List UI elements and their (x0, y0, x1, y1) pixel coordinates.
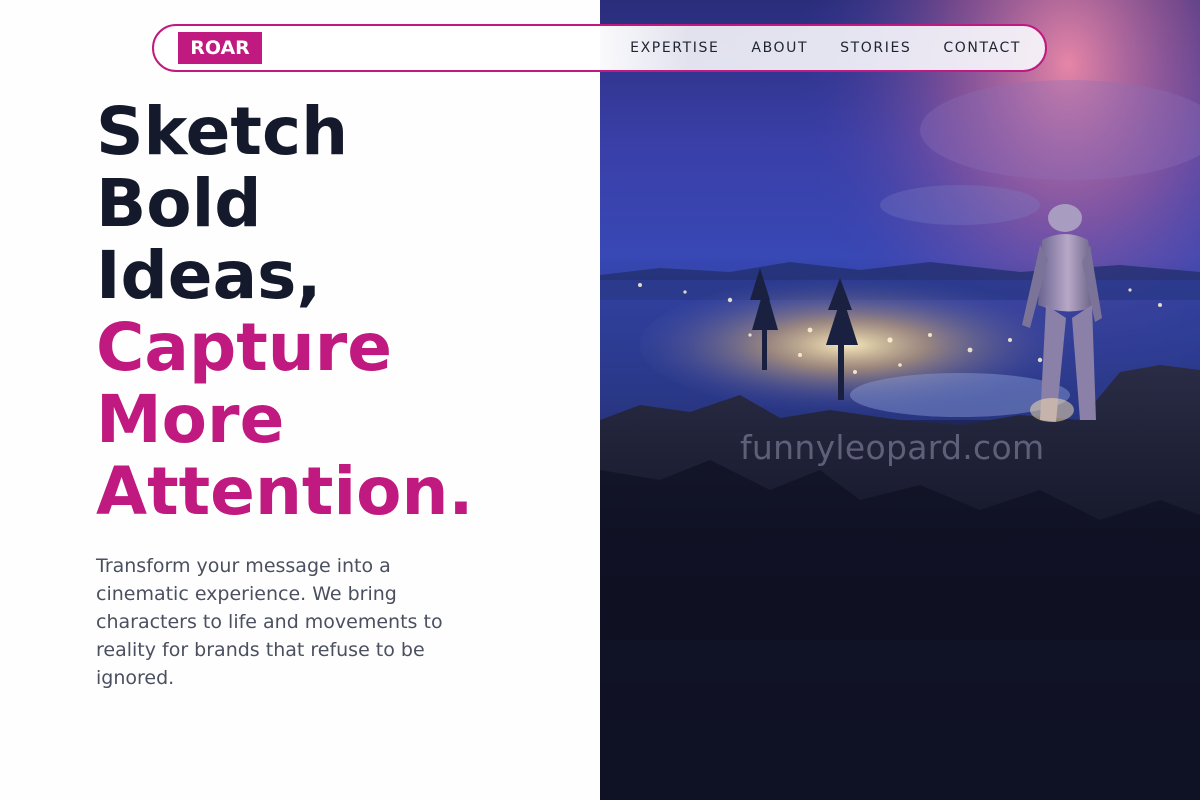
astronaut-night-scene (600, 0, 1200, 800)
nav-link-expertise[interactable]: EXPERTISE (630, 40, 719, 56)
hero-headline: Sketch Bold Ideas, Capture More Attentio… (96, 96, 576, 528)
headline-accent-line: Capture (96, 309, 393, 386)
nav-link-stories[interactable]: STORIES (840, 40, 911, 56)
headline-line: Sketch (96, 93, 349, 170)
headline-line: Ideas, (96, 237, 322, 314)
hero-image (600, 0, 1200, 800)
hero-description: Transform your message into a cinematic … (96, 555, 443, 689)
watermark-text: funnyleopard.com (740, 428, 1045, 467)
headline-accent-line: Attention. (96, 453, 474, 530)
top-navbar: ROAR EXPERTISE ABOUT STORIES CONTACT (152, 24, 1047, 72)
brand-logo[interactable]: ROAR (178, 32, 262, 64)
headline-line: Bold (96, 165, 262, 242)
nav-link-about[interactable]: ABOUT (751, 40, 808, 56)
nav-links: EXPERTISE ABOUT STORIES CONTACT (630, 26, 1021, 70)
headline-accent-line: More (96, 381, 285, 458)
nav-link-contact[interactable]: CONTACT (943, 40, 1021, 56)
